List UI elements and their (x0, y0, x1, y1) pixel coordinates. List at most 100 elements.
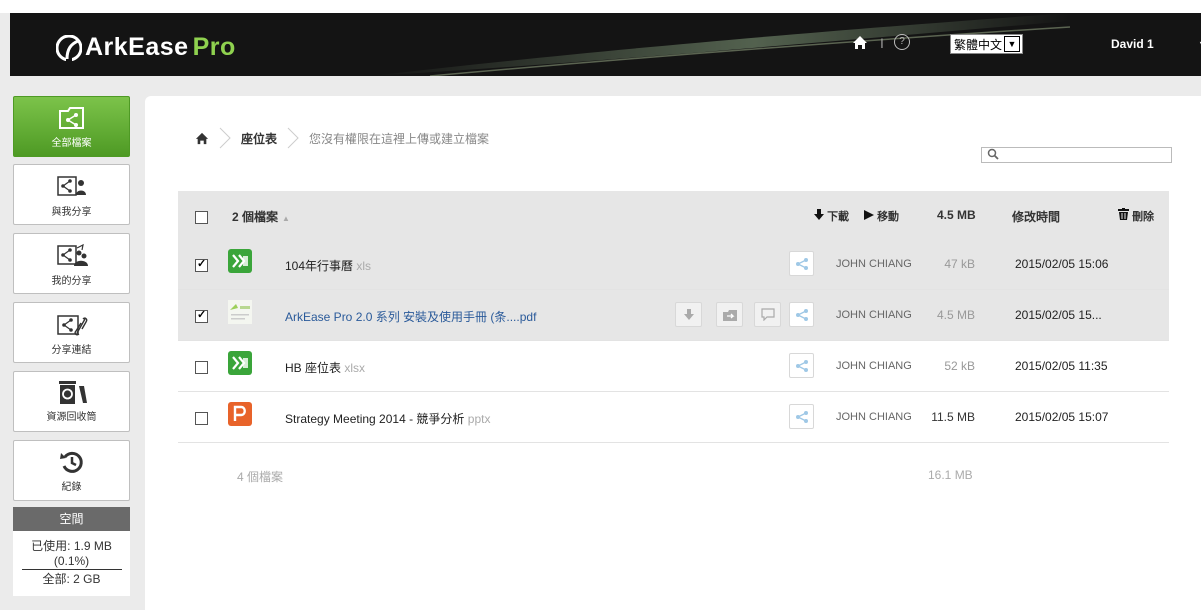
delete-button[interactable]: 刪除 (1118, 208, 1154, 224)
file-ext: xls (356, 259, 372, 273)
app-header: ArkEasePro I ? 繁體中文 ▼ David 1 ▼ (10, 13, 1201, 76)
breadcrumb: 座位表 您沒有權限在這裡上傳或建立檔案 (195, 127, 489, 149)
file-count-label: 2 個檔案 (232, 210, 279, 224)
row-checkbox[interactable] (195, 412, 208, 425)
size-header: 4.5 MB (937, 208, 976, 222)
sidebar-item-shared-with-me[interactable]: 與我分享 (13, 164, 130, 225)
download-button[interactable]: 下載 (814, 208, 849, 224)
move-icon (864, 210, 874, 220)
main-panel: 座位表 您沒有權限在這裡上傳或建立檔案 2 個檔案 ▲ 下載 移動 4.5 MB … (145, 96, 1201, 610)
logo-text: ArkEase (85, 33, 189, 61)
recycle-bin-icon (58, 381, 87, 404)
sidebar-item-label: 紀錄 (61, 482, 82, 493)
file-ext: pptx (467, 412, 491, 426)
row-move-button[interactable] (716, 302, 743, 327)
breadcrumb-chevron-icon (287, 127, 299, 149)
download-label: 下載 (827, 211, 850, 223)
file-name-text: ArkEase Pro 2.0 系列 安裝及使用手冊 (条.... (285, 310, 520, 324)
table-row[interactable]: Strategy Meeting 2014 - 競爭分析 pptx JOHN C… (178, 392, 1169, 443)
help-icon[interactable]: ? (894, 34, 910, 50)
select-all-checkbox[interactable] (195, 211, 208, 224)
all-files-icon (58, 107, 84, 129)
share-link-icon (56, 315, 87, 336)
share-button[interactable] (789, 404, 814, 429)
file-modified-time: 2015/02/05 15:07 (1015, 410, 1109, 424)
share-button[interactable] (789, 353, 814, 378)
file-owner: JOHN CHIANG (836, 309, 912, 321)
file-name-text: Strategy Meeting 2014 - 競爭分析 (285, 412, 465, 426)
file-name[interactable]: HB 座位表 xlsx (285, 359, 365, 376)
excel-file-icon (228, 351, 252, 375)
file-owner: JOHN CHIANG (836, 258, 912, 270)
breadcrumb-current[interactable]: 座位表 (241, 130, 277, 147)
footer-file-count: 4 個檔案 (237, 470, 284, 484)
row-checkbox[interactable] (195, 308, 208, 323)
file-ext: xlsx (344, 361, 366, 375)
file-name[interactable]: 104年行事曆 xls (285, 257, 371, 274)
sidebar-item-recycle-bin[interactable]: 資源回收筒 (13, 371, 130, 432)
sidebar-item-share-links[interactable]: 分享連結 (13, 302, 130, 363)
file-size: 47 kB (944, 257, 975, 271)
row-comment-button[interactable] (754, 302, 781, 327)
table-row[interactable]: ArkEase Pro 2.0 系列 安裝及使用手冊 (条....pdf JOH… (178, 290, 1169, 341)
sidebar-item-all-files[interactable]: 全部檔案 (13, 96, 130, 157)
share-icon (795, 410, 808, 423)
row-checkbox[interactable] (195, 257, 208, 272)
sort-asc-icon: ▲ (282, 214, 290, 223)
share-icon (795, 308, 808, 321)
file-name[interactable]: ArkEase Pro 2.0 系列 安裝及使用手冊 (条....pdf (285, 308, 536, 325)
sidebar-item-label: 我的分享 (51, 276, 92, 287)
footer-total-size: 16.1 MB (928, 468, 973, 482)
sidebar-item-history[interactable]: 紀錄 (13, 440, 130, 501)
excel-file-icon (228, 249, 252, 273)
storage-total: 全部: 2 GB (42, 572, 101, 586)
logo-leaf-icon (56, 34, 82, 61)
file-name-text: HB 座位表 (285, 361, 342, 375)
search-icon (987, 148, 999, 160)
file-size: 11.5 MB (931, 410, 975, 424)
file-name-text: 104年行事曆 (285, 259, 354, 273)
storage-used: 已使用: 1.9 MB (31, 539, 112, 553)
permission-note: 您沒有權限在這裡上傳或建立檔案 (309, 131, 490, 146)
file-ext: pdf (519, 310, 537, 324)
header-separator: I (880, 35, 884, 51)
home-icon[interactable] (852, 35, 868, 53)
breadcrumb-home-icon[interactable] (195, 132, 209, 145)
user-name[interactable]: David 1 (1111, 37, 1154, 51)
my-shares-icon (56, 243, 88, 266)
file-size: 52 kB (944, 359, 975, 373)
share-button[interactable] (789, 302, 814, 327)
file-owner: JOHN CHIANG (836, 411, 912, 423)
modified-header[interactable]: 修改時間 (1012, 208, 1060, 225)
table-row[interactable]: 104年行事曆 xls JOHN CHIANG 47 kB 2015/02/05… (178, 239, 1169, 290)
shared-with-me-icon (56, 176, 86, 196)
file-modified-time: 2015/02/05 15:06 (1015, 257, 1109, 271)
top-strip (0, 0, 1201, 13)
language-value: 繁體中文 (954, 37, 1003, 52)
file-size: 4.5 MB (936, 308, 975, 322)
storage-title: 空間 (13, 507, 130, 531)
row-checkbox[interactable] (195, 361, 208, 374)
table-row[interactable]: HB 座位表 xlsx JOHN CHIANG 52 kB 2015/02/05… (178, 341, 1169, 392)
comment-icon (760, 308, 775, 321)
move-folder-icon (722, 309, 737, 321)
app-logo[interactable]: ArkEase Pro (56, 33, 236, 62)
sidebar-item-my-shares[interactable]: 我的分享 (13, 233, 130, 294)
move-button[interactable]: 移動 (864, 208, 899, 224)
sidebar-item-label: 全部檔案 (51, 138, 92, 149)
delete-label: 刪除 (1132, 211, 1155, 223)
share-button[interactable] (789, 251, 814, 276)
storage-body: 已使用: 1.9 MB (0.1%) 全部: 2 GB (13, 531, 130, 596)
file-table-header: 2 個檔案 ▲ 下載 移動 4.5 MB 修改時間 刪除 (178, 191, 1169, 239)
share-icon (795, 257, 808, 270)
row-download-button[interactable] (675, 302, 702, 327)
download-icon (683, 309, 694, 320)
file-name[interactable]: Strategy Meeting 2014 - 競爭分析 pptx (285, 410, 490, 427)
language-select[interactable]: 繁體中文 ▼ (950, 34, 1024, 54)
search-input[interactable] (981, 147, 1172, 163)
breadcrumb-chevron-icon (219, 127, 231, 149)
file-owner: JOHN CHIANG (836, 360, 912, 372)
chevron-down-icon: ▼ (1004, 36, 1021, 52)
file-modified-time: 2015/02/05 11:35 (1015, 359, 1108, 373)
file-count-header[interactable]: 2 個檔案 ▲ (232, 208, 290, 225)
